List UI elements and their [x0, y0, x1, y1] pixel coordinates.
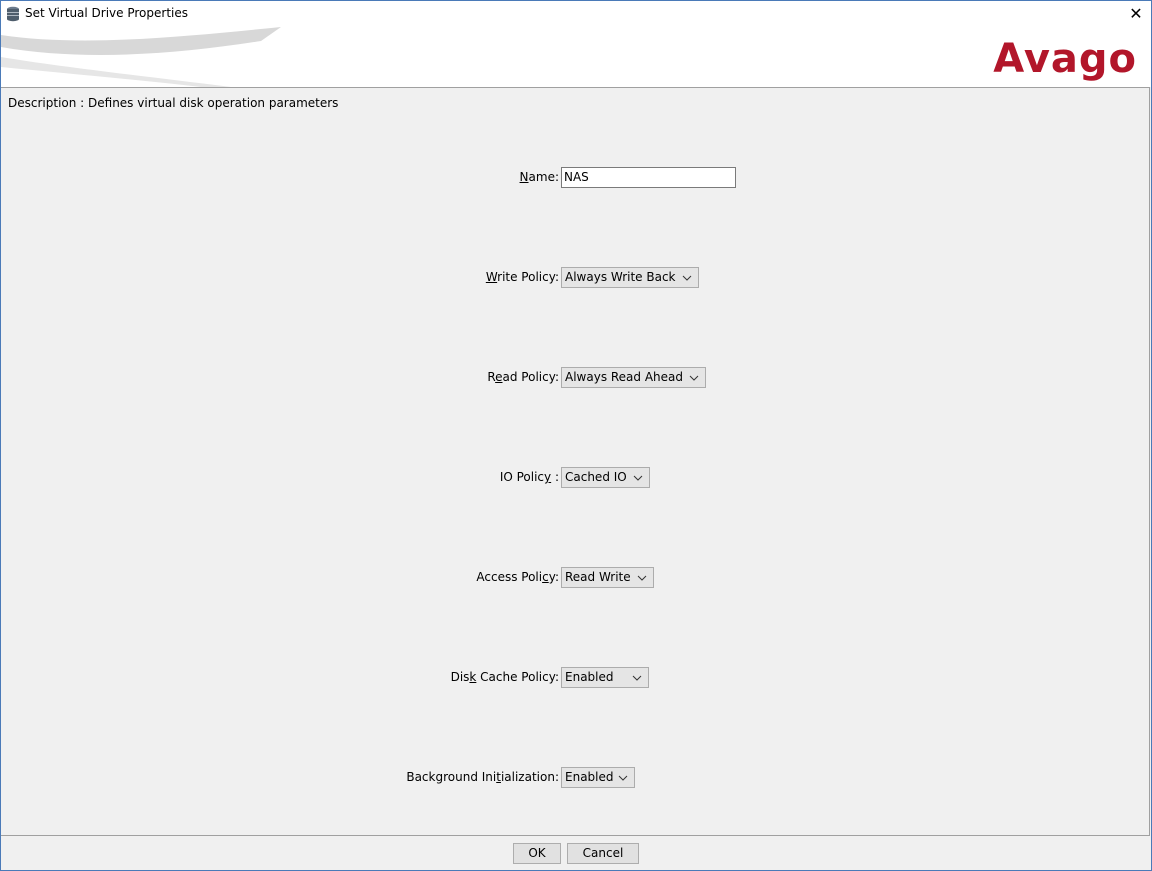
disk-cache-policy-row: Disk Cache Policy: Enabled: [1, 667, 1149, 689]
chevron-down-icon: [637, 575, 647, 581]
access-policy-value: Read Write: [565, 570, 631, 584]
read-policy-label: Read Policy:: [487, 370, 559, 384]
io-policy-dropdown[interactable]: Cached IO: [561, 467, 650, 488]
disk-cache-policy-label: Disk Cache Policy:: [450, 670, 559, 684]
chevron-down-icon: [689, 375, 699, 381]
chevron-down-icon: [682, 275, 691, 281]
name-row: Name: NAS: [1, 167, 1149, 189]
write-policy-label: Write Policy:: [485, 270, 559, 284]
database-icon: [7, 6, 19, 22]
access-policy-label: Access Policy:: [476, 570, 559, 584]
avago-logo: Avago: [993, 36, 1137, 82]
read-policy-value: Always Read Ahead: [565, 370, 684, 384]
chevron-down-icon: [633, 475, 643, 481]
background-initialization-row: Background Initialization: Enabled: [1, 767, 1149, 789]
name-input[interactable]: NAS: [561, 167, 736, 188]
cancel-button[interactable]: Cancel: [567, 843, 639, 864]
write-policy-value: Always Write Back: [565, 270, 676, 284]
close-icon: ✕: [1129, 4, 1143, 23]
disk-cache-policy-dropdown[interactable]: Enabled: [561, 667, 649, 688]
ok-button[interactable]: OK: [513, 843, 561, 864]
read-policy-row: Read Policy: Always Read Ahead: [1, 367, 1149, 389]
button-bar: OK Cancel: [1, 843, 1151, 865]
access-policy-dropdown[interactable]: Read Write: [561, 567, 654, 588]
header-banner: Avago: [1, 27, 1151, 87]
io-policy-label: IO Policy :: [499, 470, 559, 484]
window-title: Set Virtual Drive Properties: [25, 6, 188, 20]
name-label: Name:: [519, 170, 559, 184]
access-policy-row: Access Policy: Read Write: [1, 567, 1149, 589]
chevron-down-icon: [618, 775, 627, 781]
chevron-down-icon: [632, 675, 641, 681]
disk-cache-policy-value: Enabled: [565, 670, 614, 684]
description-text: Description : Defines virtual disk opera…: [8, 96, 339, 110]
write-policy-dropdown[interactable]: Always Write Back: [561, 267, 699, 288]
properties-panel: Description : Defines virtual disk opera…: [1, 87, 1150, 836]
background-initialization-dropdown[interactable]: Enabled: [561, 767, 635, 788]
read-policy-dropdown[interactable]: Always Read Ahead: [561, 367, 707, 388]
io-policy-row: IO Policy : Cached IO: [1, 467, 1149, 489]
banner-swoosh-decoration: [1, 27, 281, 87]
write-policy-row: Write Policy: Always Write Back: [1, 267, 1149, 289]
io-policy-value: Cached IO: [565, 470, 627, 484]
background-initialization-value: Enabled: [565, 770, 614, 784]
close-button[interactable]: ✕: [1121, 1, 1151, 27]
dialog-window: Set Virtual Drive Properties ✕ Avago Des…: [0, 0, 1152, 871]
title-bar: Set Virtual Drive Properties ✕: [1, 1, 1151, 27]
background-initialization-label: Background Initialization:: [406, 770, 559, 784]
